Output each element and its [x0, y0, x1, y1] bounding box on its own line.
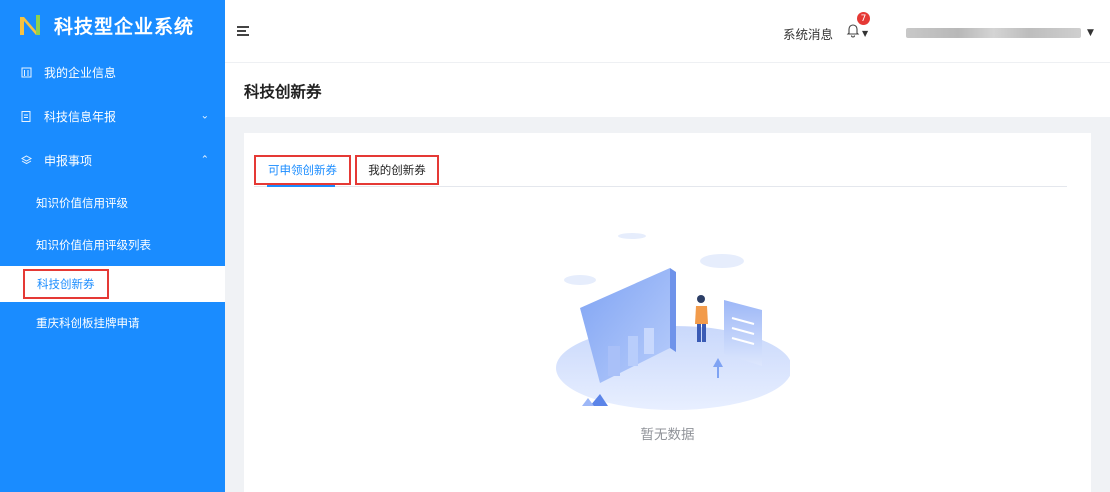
sidebar-subitem-label: 知识价值信用评级列表 — [36, 238, 151, 252]
bell-icon[interactable] — [845, 22, 861, 38]
layers-icon — [20, 154, 32, 166]
sidebar-item-annual-report[interactable]: 科技信息年报 ⌄ — [0, 94, 225, 138]
empty-state-illustration — [556, 233, 790, 410]
brand[interactable]: 科技型企业系统 — [0, 0, 225, 50]
page-title: 科技创新券 — [244, 83, 322, 101]
app-title: 科技型企业系统 — [54, 15, 195, 38]
system-message-link[interactable]: 系统消息 — [783, 24, 833, 43]
logo-icon — [20, 15, 40, 35]
sidebar-item-label: 科技信息年报 — [44, 109, 117, 124]
chevron-up-icon: ⌃ — [200, 154, 209, 166]
tab-label: 可申领创新券 — [268, 163, 337, 177]
chevron-down-icon: ⌄ — [200, 110, 209, 122]
sidebar-subitem-credit-rating-list[interactable]: 知识价值信用评级列表 — [0, 224, 225, 266]
empty-state-text: 暂无数据 — [640, 427, 695, 443]
caret-down-icon[interactable]: ▼ — [1087, 28, 1094, 38]
tab-bar: 可申领创新券 我的创新券 — [254, 155, 1067, 187]
sidebar-item-company-info[interactable]: 我的企业信息 — [0, 50, 225, 94]
sidebar: 科技型企业系统 我的企业信息 科技信息年报 ⌄ 申报事项 ⌃ 知识价值信用评级 … — [0, 0, 225, 492]
sidebar-subitem-label: 知识价值信用评级 — [36, 196, 128, 210]
sidebar-subitem-innovation-voucher[interactable]: 科技创新券 — [0, 266, 225, 302]
tab-available-vouchers[interactable]: 可申领创新券 — [254, 155, 351, 185]
active-tab-indicator — [267, 185, 335, 187]
content-card: 可申领创新券 我的创新券 暂无数据 — [244, 133, 1091, 492]
tab-my-vouchers[interactable]: 我的创新券 — [355, 155, 439, 185]
sidebar-item-label: 申报事项 — [44, 153, 93, 168]
menu-toggle-icon[interactable] — [237, 26, 249, 36]
tab-label: 我的创新券 — [368, 163, 426, 177]
sidebar-subitem-label: 科技创新券 — [23, 269, 109, 299]
sidebar-subitem-credit-rating[interactable]: 知识价值信用评级 — [0, 182, 225, 224]
sidebar-item-label: 我的企业信息 — [44, 65, 117, 80]
user-account-name[interactable] — [906, 28, 1081, 38]
building-icon — [20, 66, 32, 78]
sidebar-subitem-label: 重庆科创板挂牌申请 — [36, 316, 140, 330]
document-icon — [20, 110, 32, 122]
sidebar-subitem-star-market-listing[interactable]: 重庆科创板挂牌申请 — [0, 302, 225, 344]
sidebar-item-declaration[interactable]: 申报事项 ⌃ — [0, 138, 225, 182]
notification-badge: 7 — [857, 12, 870, 25]
top-header: 系统消息 7 ▼ ▼ — [225, 0, 1110, 62]
caret-down-icon[interactable]: ▼ — [862, 29, 868, 38]
page-title-bar: 科技创新券 — [225, 62, 1110, 117]
